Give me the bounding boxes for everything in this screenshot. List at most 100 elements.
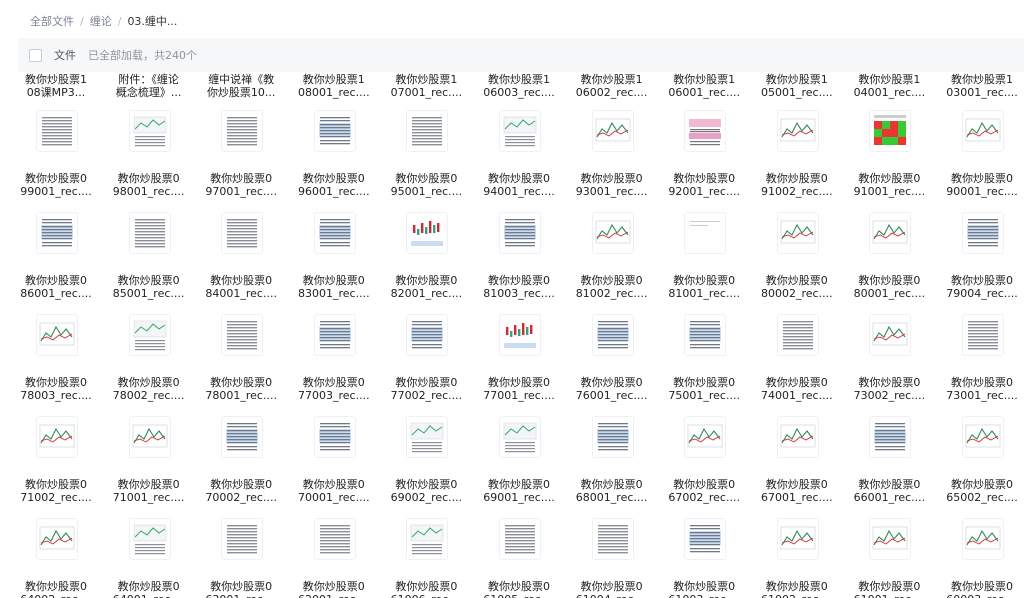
- file-thumbnail-image[interactable]: [499, 518, 541, 560]
- file-tile[interactable]: 教你炒股票0 70001_rec....: [288, 416, 380, 516]
- file-thumbnail-image[interactable]: [962, 110, 1004, 152]
- file-thumbnail-image[interactable]: [869, 110, 912, 152]
- file-tile[interactable]: 教你炒股票0 80002_rec....: [751, 212, 843, 312]
- file-tile[interactable]: 教你炒股票0 77003_rec....: [288, 314, 380, 414]
- file-tile[interactable]: 教你炒股票0 94001_rec....: [473, 110, 565, 210]
- file-thumbnail-image[interactable]: [869, 314, 912, 356]
- file-tile[interactable]: 教你炒股票062001_rec....: [288, 518, 380, 598]
- file-tile[interactable]: 教你炒股票0 76001_rec....: [566, 314, 658, 414]
- file-tile[interactable]: 教你炒股票0 69002_rec....: [380, 416, 472, 516]
- file-thumbnail-image[interactable]: [313, 416, 356, 458]
- file-name-line2[interactable]: 78001_rec....: [195, 389, 287, 402]
- file-name-line1[interactable]: 教你炒股票0: [843, 478, 935, 491]
- file-tile[interactable]: 教你炒股票0 81001_rec....: [658, 212, 750, 312]
- file-thumbnail-image[interactable]: [313, 110, 356, 152]
- file-name-line2[interactable]: 71001_rec....: [103, 491, 195, 504]
- file-tile[interactable]: 教你炒股票0 74001_rec....: [751, 314, 843, 414]
- file-name-line2[interactable]: 84001_rec....: [195, 287, 287, 300]
- file-tile[interactable]: 教你炒股票064002_rec....: [10, 518, 102, 598]
- file-name-line2[interactable]: 75001_rec....: [658, 389, 750, 402]
- file-thumbnail-image[interactable]: [128, 314, 171, 356]
- file-name-line2[interactable]: 77002_rec....: [380, 389, 472, 402]
- file-thumbnail-image[interactable]: [869, 212, 912, 254]
- file-name-line1[interactable]: 教你炒股票0: [566, 580, 658, 593]
- file-tile[interactable]: 教你炒股票0 78002_rec....: [103, 314, 195, 414]
- file-thumbnail-image[interactable]: [36, 518, 78, 560]
- file-name-line1[interactable]: 教你炒股票1: [473, 73, 565, 86]
- file-name-line1[interactable]: 附件：《缠论: [103, 73, 195, 86]
- file-name-line1[interactable]: 教你炒股票0: [566, 274, 658, 287]
- file-name-line2[interactable]: 73002_rec....: [843, 389, 935, 402]
- file-name-line2[interactable]: 06002_rec....: [566, 86, 658, 99]
- file-tile[interactable]: 教你炒股票0 68001_rec....: [566, 416, 658, 516]
- file-name-line2[interactable]: 04001_rec....: [843, 86, 935, 99]
- file-thumbnail-image[interactable]: [221, 416, 264, 458]
- file-name-line2[interactable]: 92001_rec....: [658, 185, 750, 198]
- file-tile[interactable]: 教你炒股票0 93001_rec....: [566, 110, 658, 210]
- file-name-line1[interactable]: 教你炒股票0: [380, 376, 472, 389]
- file-name-line2[interactable]: 06001_rec....: [658, 86, 750, 99]
- file-tile[interactable]: 教你炒股票0 78001_rec....: [195, 314, 287, 414]
- file-name-line2[interactable]: 61003_rec....: [658, 593, 750, 598]
- select-all-checkbox[interactable]: [29, 48, 42, 62]
- file-name-line2[interactable]: 64001_rec....: [103, 593, 195, 598]
- file-tile[interactable]: 教你炒股票0 84001_rec....: [195, 212, 287, 312]
- file-name-line2[interactable]: 70001_rec....: [288, 491, 380, 504]
- file-tile[interactable]: 教你炒股票0 78003_rec....: [10, 314, 102, 414]
- file-name-line2[interactable]: 86001_rec....: [10, 287, 102, 300]
- file-thumbnail-image[interactable]: [776, 110, 819, 152]
- file-name-line1[interactable]: 教你炒股票1: [751, 73, 843, 86]
- file-thumbnail-image[interactable]: [313, 212, 356, 254]
- file-thumbnail-image[interactable]: [591, 212, 634, 254]
- file-name-line2[interactable]: 81002_rec....: [566, 287, 658, 300]
- file-thumbnail-image[interactable]: [406, 212, 449, 254]
- file-name-line1[interactable]: 教你炒股票1: [658, 73, 750, 86]
- file-tile[interactable]: 教你炒股票0 73001_rec....: [936, 314, 1024, 414]
- file-name-line1[interactable]: 教你炒股票0: [195, 172, 287, 185]
- file-tile[interactable]: 教你炒股票0 77001_rec....: [473, 314, 565, 414]
- file-name-line1[interactable]: 教你炒股票0: [566, 376, 658, 389]
- file-name-line2[interactable]: 99001_rec....: [10, 185, 102, 198]
- file-name-line1[interactable]: 教你炒股票0: [936, 376, 1024, 389]
- file-thumbnail-image[interactable]: [684, 518, 727, 560]
- file-thumbnail-image[interactable]: [36, 416, 78, 458]
- file-name-line1[interactable]: 教你炒股票0: [658, 172, 750, 185]
- file-name-line2[interactable]: 64002_rec....: [10, 593, 102, 598]
- file-name-line2[interactable]: 73001_rec....: [936, 389, 1024, 402]
- file-name-line2[interactable]: 概念梳理》...: [103, 86, 195, 99]
- file-name-line2[interactable]: 91002_rec....: [751, 185, 843, 198]
- file-name-line1[interactable]: 教你炒股票0: [751, 580, 843, 593]
- breadcrumb-all-files[interactable]: 全部文件: [30, 13, 74, 29]
- file-thumbnail-image[interactable]: [313, 518, 356, 560]
- file-name-line2[interactable]: 70002_rec....: [195, 491, 287, 504]
- file-name-line2[interactable]: 78002_rec....: [103, 389, 195, 402]
- file-tile[interactable]: 教你炒股票0 86001_rec....: [10, 212, 102, 312]
- file-thumbnail-image[interactable]: [221, 212, 264, 254]
- file-name-line2[interactable]: 95001_rec....: [380, 185, 472, 198]
- file-tile[interactable]: 教你炒股票0 80001_rec....: [843, 212, 935, 312]
- file-name-line1[interactable]: 教你炒股票0: [195, 376, 287, 389]
- file-name-line1[interactable]: 教你炒股票0: [380, 478, 472, 491]
- file-name-line1[interactable]: 教你炒股票1: [566, 73, 658, 86]
- file-thumbnail-image[interactable]: [499, 416, 541, 458]
- file-name-line1[interactable]: 教你炒股票0: [936, 172, 1024, 185]
- file-thumbnail-image[interactable]: [684, 416, 727, 458]
- file-thumbnail-image[interactable]: [962, 416, 1004, 458]
- file-name-line2[interactable]: 60003_rec....: [936, 593, 1024, 598]
- file-tile[interactable]: 教你炒股票0 90001_rec....: [936, 110, 1024, 210]
- file-thumbnail-image[interactable]: [776, 314, 819, 356]
- file-name-line1[interactable]: 教你炒股票0: [473, 478, 565, 491]
- file-thumbnail-image[interactable]: [776, 212, 819, 254]
- file-tile[interactable]: 教你炒股票0 82001_rec....: [380, 212, 472, 312]
- file-name-line2[interactable]: 66001_rec....: [843, 491, 935, 504]
- file-tile[interactable]: 教你炒股票0 67002_rec....: [658, 416, 750, 516]
- file-name-line1[interactable]: 教你炒股票0: [288, 172, 380, 185]
- file-thumbnail-image[interactable]: [406, 110, 449, 152]
- file-name-line2[interactable]: 81003_rec....: [473, 287, 565, 300]
- file-tile[interactable]: 教你炒股票0 98001_rec....: [103, 110, 195, 210]
- file-name-line1[interactable]: 教你炒股票1: [936, 73, 1024, 86]
- file-name-line2[interactable]: 06003_rec....: [473, 86, 565, 99]
- file-name-line2[interactable]: 61004_rec....: [566, 593, 658, 598]
- file-tile[interactable]: 教你炒股票0 66001_rec....: [843, 416, 935, 516]
- file-name-line1[interactable]: 教你炒股票0: [566, 172, 658, 185]
